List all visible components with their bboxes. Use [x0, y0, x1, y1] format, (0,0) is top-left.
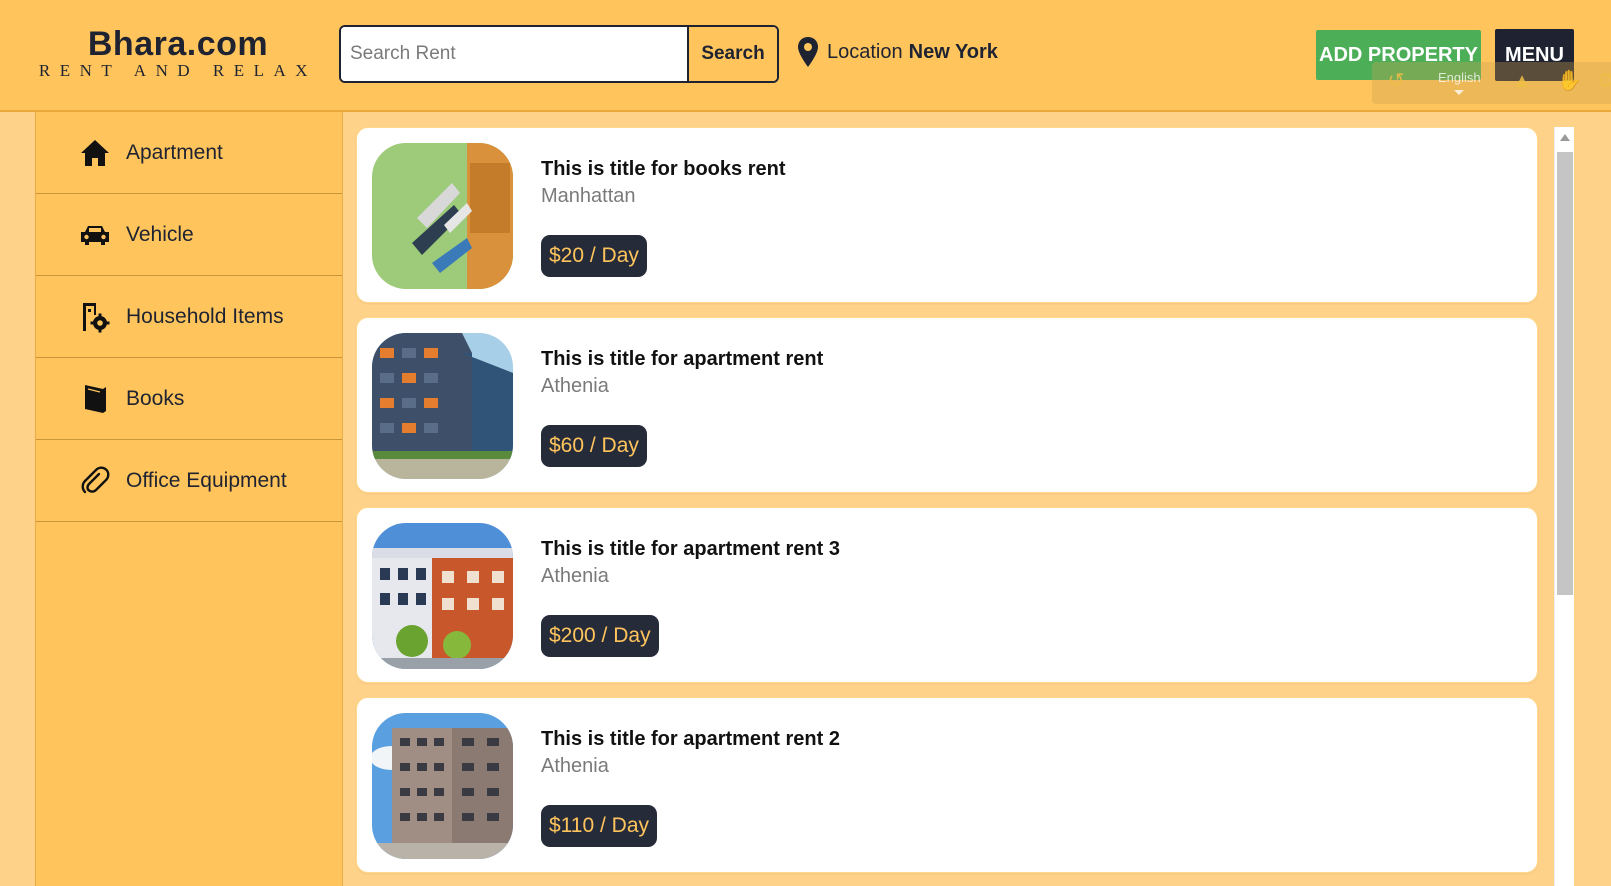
bell-icon[interactable]: ▲ [1511, 70, 1533, 92]
sidebar-item-office-equipment[interactable]: Office Equipment [36, 440, 342, 522]
books-shelf-image[interactable] [372, 143, 513, 289]
location-value: New York [908, 40, 998, 63]
listing-list: This is title for books rent Manhattan $… [356, 127, 1538, 886]
listing-location: Athenia [541, 565, 609, 587]
search-button[interactable]: Search [687, 27, 777, 81]
sidebar-item-label: Apartment [126, 140, 223, 164]
chevron-down-icon[interactable] [1454, 90, 1464, 95]
listing-price-badge: $60 / Day [541, 425, 647, 467]
map-pin-icon [798, 37, 818, 67]
location-selector[interactable]: Location New York [797, 36, 998, 68]
translate-icon[interactable]: ↺ [1385, 70, 1407, 92]
language-selector[interactable]: English [1438, 70, 1481, 85]
book-icon [78, 382, 112, 416]
car-icon [78, 218, 112, 252]
sidebar-item-label: Vehicle [126, 222, 194, 246]
apartment-building-image[interactable] [372, 333, 513, 479]
location-label: Location [827, 40, 903, 63]
listing-card[interactable]: This is title for apartment rent 2 Athen… [356, 697, 1538, 873]
scrollbar[interactable] [1554, 127, 1574, 886]
scrollbar-thumb[interactable] [1557, 152, 1573, 595]
household-gear-icon [78, 300, 112, 334]
listing-card[interactable]: This is title for apartment rent Athenia… [356, 317, 1538, 493]
sidebar-item-apartment[interactable]: Apartment [36, 112, 342, 194]
listing-location: Athenia [541, 755, 609, 777]
sidebar-item-label: Office Equipment [126, 468, 287, 492]
sidebar-item-books[interactable]: Books [36, 358, 342, 440]
category-sidebar: Apartment Vehicle Household Items Books … [35, 112, 343, 886]
listing-title[interactable]: This is title for apartment rent [541, 348, 823, 371]
home-icon [78, 136, 112, 170]
hand-icon[interactable]: ✋ [1557, 70, 1582, 92]
listing-price-badge: $20 / Day [541, 235, 647, 277]
brand-title: Bhara.com [87, 25, 269, 63]
listing-price-badge: $110 / Day [541, 805, 658, 847]
paperclip-icon [78, 464, 112, 498]
apartment-building-image[interactable] [372, 713, 513, 859]
search-bar: Search [339, 25, 779, 83]
apartment-building-image[interactable] [372, 523, 513, 669]
listing-location: Athenia [541, 375, 609, 397]
brand-tagline: RENT AND RELAX [38, 61, 318, 80]
listing-title[interactable]: This is title for books rent [541, 158, 785, 181]
header: Bhara.com RENT AND RELAX Search Location… [0, 0, 1611, 112]
listing-location: Manhattan [541, 185, 636, 207]
brand-logo[interactable]: Bhara.com RENT AND RELAX [36, 26, 320, 79]
sidebar-item-vehicle[interactable]: Vehicle [36, 194, 342, 276]
listing-card[interactable]: This is title for apartment rent 3 Athen… [356, 507, 1538, 683]
listing-price-badge: $200 / Day [541, 615, 659, 657]
listing-card[interactable]: This is title for books rent Manhattan $… [356, 127, 1538, 303]
search-input[interactable] [341, 27, 687, 81]
sidebar-item-household-items[interactable]: Household Items [36, 276, 342, 358]
gear-icon[interactable]: ⚙ [1595, 70, 1611, 92]
sidebar-item-label: Household Items [126, 304, 284, 328]
listing-title[interactable]: This is title for apartment rent 2 [541, 728, 840, 751]
listing-title[interactable]: This is title for apartment rent 3 [541, 538, 840, 561]
scroll-up-arrow-icon[interactable] [1560, 134, 1570, 141]
sidebar-item-label: Books [126, 386, 185, 410]
